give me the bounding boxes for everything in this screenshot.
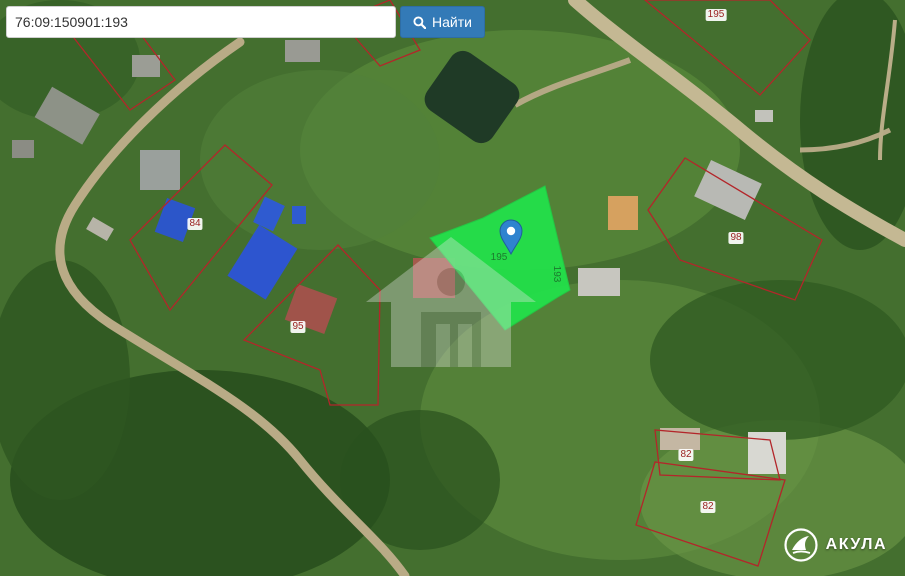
parcel-number-label[interactable]: 193: [550, 264, 562, 285]
brand-logo: АКУЛА: [784, 528, 887, 562]
shark-logo-icon: [784, 528, 818, 562]
brand-name: АКУЛА: [825, 536, 887, 553]
search-button[interactable]: Найти: [400, 6, 485, 38]
parcel-number-label[interactable]: 82: [678, 449, 694, 461]
magnifier-icon: [413, 15, 426, 29]
parcel-number-label[interactable]: 95: [290, 321, 306, 333]
location-pin-icon[interactable]: [498, 219, 524, 255]
parcel-number-label[interactable]: 195: [705, 9, 727, 21]
search-bar: Найти: [6, 6, 485, 38]
parcel-number-label[interactable]: 98: [728, 232, 744, 244]
parcel-number-label[interactable]: 84: [187, 218, 203, 230]
search-button-label: Найти: [432, 14, 472, 30]
cadastral-number-search-input[interactable]: [6, 6, 396, 38]
parcel-number-label[interactable]: 82: [700, 501, 716, 513]
